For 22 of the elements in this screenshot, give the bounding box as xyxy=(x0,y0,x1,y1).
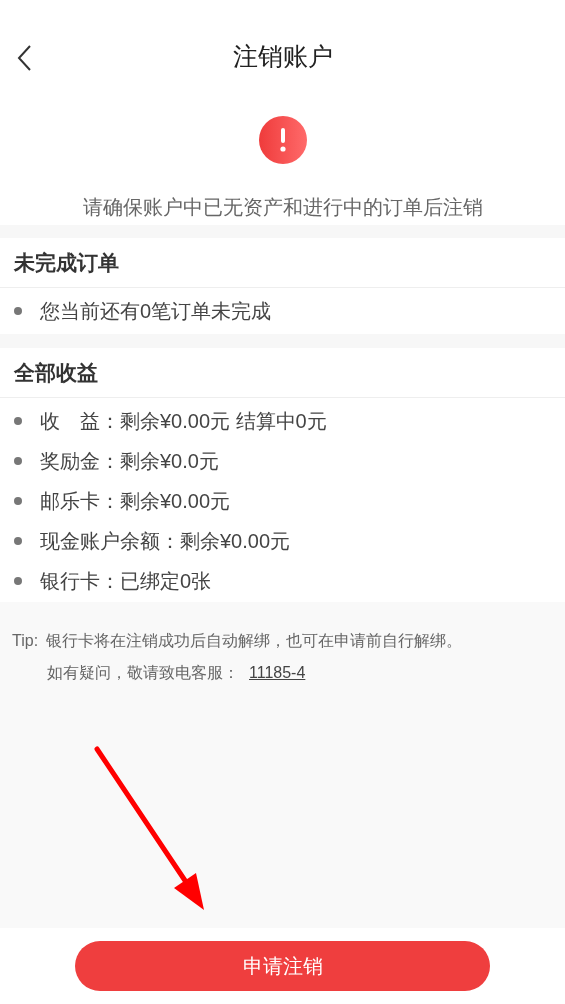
list-item-text: 您当前还有0笔订单未完成 xyxy=(40,299,272,324)
bullet-icon xyxy=(14,497,22,505)
tip-label: Tip: xyxy=(12,631,40,651)
list-item-text: 邮乐卡：剩余¥0.00元 xyxy=(40,489,231,514)
tip-text: 如有疑问，敬请致电客服： xyxy=(47,663,239,683)
list-item-text: 奖励金：剩余¥0.0元 xyxy=(40,449,219,474)
bullet-icon xyxy=(14,307,22,315)
section-heading: 未完成订单 xyxy=(14,249,119,276)
notice-text: 请确保账户中已无资产和进行中的订单后注销 xyxy=(82,195,483,220)
phone-link[interactable]: 11185-4 xyxy=(249,661,306,685)
list-item-text: 银行卡：已绑定0张 xyxy=(40,569,212,594)
tip-text: 银行卡将在注销成功后自动解绑，也可在申请前自行解绑。 xyxy=(46,631,462,651)
list-item-text: 收 益：剩余¥0.00元 结算中0元 xyxy=(40,409,327,434)
alert-icon xyxy=(258,116,307,164)
bullet-icon xyxy=(14,457,22,465)
bullet-icon xyxy=(14,417,22,425)
section-heading: 全部收益 xyxy=(14,359,98,386)
list-item-text: 现金账户余额：剩余¥0.00元 xyxy=(40,529,291,554)
bullet-icon xyxy=(14,537,22,545)
apply-cancel-button[interactable]: 申请注销 xyxy=(75,941,490,991)
bullet-icon xyxy=(14,577,22,585)
page-title: 注销账户 xyxy=(232,41,333,73)
